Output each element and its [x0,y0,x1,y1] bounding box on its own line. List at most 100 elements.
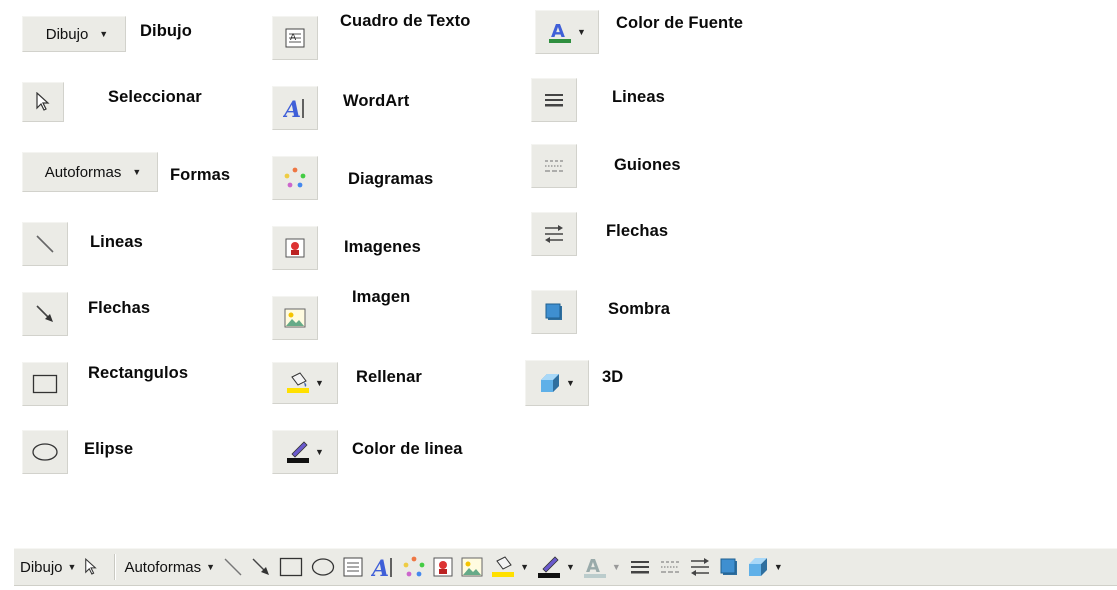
diagram-button[interactable] [272,156,318,200]
ellipse-button[interactable] [22,430,68,474]
pen-brush-icon [538,556,560,578]
dropdown-arrow-icon: ▼ [577,27,586,37]
wordart-button[interactable]: A [272,86,318,130]
toolbar-picture-button[interactable] [461,552,483,582]
dropdown-arrow-icon: ▼ [315,447,324,457]
rectangle-icon [32,374,58,394]
label-dibujo: Dibujo [140,22,192,40]
textbox-button[interactable]: A [272,16,318,60]
dibujo-menu-button[interactable]: Dibujo ▼ [22,16,126,52]
toolbar-textbox-button[interactable] [343,552,363,582]
3d-cube-icon [541,374,560,392]
dropdown-arrow-icon: ▼ [99,29,109,39]
toolbar-select-button[interactable] [84,552,98,582]
toolbar-font-color-button[interactable]: A ▼ [583,552,621,582]
dropdown-arrow-icon: ▼ [67,562,77,572]
label-diagramas: Diagramas [348,170,434,188]
label-cuadro-texto: Cuadro de Texto [340,12,471,30]
label-flechas: Flechas [88,299,151,317]
dropdown-arrow-icon: ▼ [773,562,783,572]
clipart-icon [285,238,305,258]
label-imagenes: Imagenes [344,238,421,256]
toolbar-arrow-button[interactable] [251,552,271,582]
paint-bucket-icon [492,556,515,577]
arrow-style-icon [545,225,563,243]
dash-style-icon [660,561,679,573]
toolbar-line-style-button[interactable] [629,552,651,582]
clipart-button[interactable] [272,226,318,270]
label-formas: Formas [170,166,231,184]
line-button[interactable] [22,222,68,266]
toolbar-clipart-button[interactable] [433,552,453,582]
picture-icon [284,308,306,328]
svg-text:A: A [586,556,600,577]
dibujo-menu-label: Dibujo [45,25,89,43]
arrow-style-button[interactable] [531,212,577,256]
line-style-button[interactable] [531,78,577,122]
autoformas-menu-label: Autoformas [44,163,122,181]
arrow-style-icon [690,558,709,576]
svg-text:A: A [551,21,565,42]
dash-style-button[interactable] [531,144,577,188]
select-button[interactable] [22,82,64,122]
toolbar-line-button[interactable] [223,552,243,582]
toolbar-ellipse-button[interactable] [311,552,335,582]
toolbar-dibujo-label: Dibujo [20,558,63,576]
textbox-icon: A [285,28,305,48]
drawing-toolbar: Dibujo ▼ Autoformas ▼ A ▼ ▼ A ▼ ▼ [14,548,1117,586]
toolbar-dash-style-button[interactable] [659,552,681,582]
shadow-button[interactable] [531,290,577,334]
toolbar-line-color-button[interactable]: ▼ [537,552,575,582]
wordart-icon: A [371,556,392,579]
toolbar-wordart-button[interactable]: A [371,552,395,582]
dropdown-arrow-icon: ▼ [611,562,621,572]
autoformas-menu-button[interactable]: Autoformas ▼ [22,152,158,192]
ellipse-icon [311,558,335,576]
arrow-button[interactable] [22,292,68,336]
label-elipse: Elipse [84,440,134,458]
dropdown-arrow-icon: ▼ [206,562,216,572]
picture-icon [461,557,483,577]
font-color-icon: A [549,21,572,43]
paint-bucket-icon [287,372,310,393]
font-color-button[interactable]: A ▼ [535,10,599,54]
3d-style-button[interactable]: ▼ [525,360,589,406]
line-color-button[interactable]: ▼ [272,430,338,474]
toolbar-arrow-style-button[interactable] [689,552,711,582]
toolbar-autoformas-button[interactable]: Autoformas ▼ [124,552,215,582]
fill-color-button[interactable]: ▼ [272,362,338,404]
pen-brush-icon [287,441,310,463]
label-lineas: Lineas [90,233,143,251]
toolbar-diagram-button[interactable] [403,552,425,582]
picture-button[interactable] [272,296,318,340]
shadow-icon [545,303,562,320]
arrow-icon [252,558,270,575]
label-wordart: WordArt [343,92,410,110]
svg-text:A: A [290,33,297,43]
toolbar-separator [114,554,117,580]
toolbar-fill-color-button[interactable]: ▼ [491,552,529,582]
dropdown-arrow-icon: ▼ [566,378,575,388]
label-seleccionar: Seleccionar [108,88,202,106]
font-color-icon: A [583,556,606,578]
toolbar-rectangle-button[interactable] [279,552,303,582]
label-lineas-estilo: Lineas [612,88,665,106]
3d-cube-icon [748,558,767,576]
label-color-linea: Color de linea [352,440,463,458]
label-imagen: Imagen [352,288,411,306]
dropdown-arrow-icon: ▼ [315,378,324,388]
line-style-icon [545,94,563,107]
toolbar-dibujo-button[interactable]: Dibujo ▼ [20,552,76,582]
label-color-fuente: Color de Fuente [616,14,744,32]
pointer-arrow-icon [85,558,98,575]
shadow-icon [720,558,737,575]
rectangle-button[interactable] [22,362,68,406]
dropdown-arrow-icon: ▼ [132,167,142,177]
dropdown-arrow-icon: ▼ [520,562,529,572]
toolbar-shadow-button[interactable] [719,552,739,582]
toolbar-autoformas-label: Autoformas [124,558,202,576]
label-flechas-estilo: Flechas [606,222,669,240]
svg-text:A: A [371,556,389,579]
label-3d: 3D [602,368,624,386]
toolbar-3d-button[interactable]: ▼ [747,552,783,582]
